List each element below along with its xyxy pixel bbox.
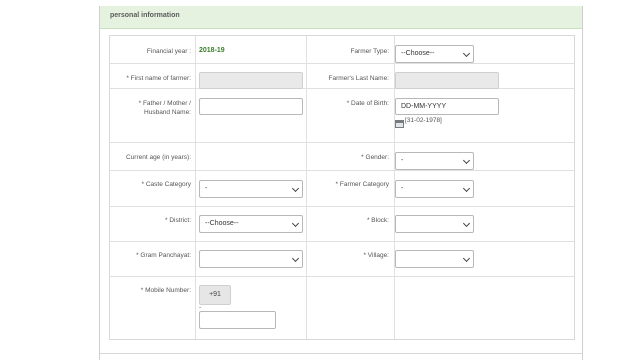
farmer-category-value: - [401, 185, 404, 192]
mobile-prefix: +91 [199, 285, 231, 305]
chevron-down-icon [462, 156, 471, 165]
chevron-down-icon [462, 254, 471, 263]
current-age-label: Current age (in years): [125, 154, 191, 161]
chevron-down-icon [462, 49, 471, 58]
row-divider [110, 88, 574, 89]
chevron-down-icon [291, 254, 300, 263]
relative-name-label-line2: Husband Name: [144, 109, 191, 116]
last-name-input[interactable] [395, 72, 499, 89]
district-select[interactable]: --Choose-- [199, 215, 303, 233]
row-divider [110, 170, 574, 171]
gram-panchayat-label: * Gram Panchayat: [136, 252, 191, 259]
mobile-input[interactable] [199, 311, 276, 329]
dob-input[interactable]: DD-MM-YYYY [395, 98, 499, 115]
village-select[interactable] [395, 250, 474, 268]
relative-name-label-line1: * Father / Mother / [138, 100, 191, 107]
farmer-type-value: --Choose-- [401, 50, 435, 57]
mobile-label: * Mobile Number: [140, 287, 191, 294]
last-name-label: Farmer's Last Name: [328, 75, 389, 82]
caste-select[interactable]: - [199, 180, 303, 198]
gender-label: * Gender: [361, 154, 389, 161]
mobile-dash: - [199, 304, 202, 311]
col-divider [306, 36, 307, 339]
district-label: * District: [165, 217, 191, 224]
first-name-label: * First name of farmer: [126, 75, 191, 82]
row-divider [110, 276, 574, 277]
section-title: personal information [110, 12, 180, 19]
chevron-down-icon [462, 184, 471, 193]
farmer-type-select[interactable]: --Choose-- [395, 45, 474, 63]
chevron-down-icon [291, 184, 300, 193]
personal-info-panel: personal information Financial year : 20… [99, 6, 583, 360]
block-label: * Block: [366, 217, 389, 224]
row-divider [110, 63, 574, 64]
first-name-input[interactable] [199, 72, 303, 89]
farmer-category-label: * Farmer Category [335, 181, 389, 188]
farmer-type-label: Farmer Type: [350, 48, 389, 55]
block-select[interactable] [395, 215, 474, 233]
financial-year-label: Financial year : [146, 48, 191, 55]
panel-header: personal information [100, 6, 582, 29]
row-divider [110, 206, 574, 207]
row-divider [110, 241, 574, 242]
row-divider [110, 142, 574, 143]
caste-label: * Caste Category [141, 181, 192, 188]
farmer-category-select[interactable]: - [395, 180, 474, 198]
financial-year-value: 2018-19 [199, 47, 225, 54]
chevron-down-icon [462, 219, 471, 228]
form-grid: Financial year : 2018-19 Farmer Type: --… [109, 35, 575, 340]
caste-value: - [205, 185, 208, 192]
village-label: * Village: [363, 252, 389, 259]
dob-example: [31-02-1978] [405, 117, 442, 124]
relative-name-input[interactable] [199, 98, 303, 115]
gram-panchayat-select[interactable] [199, 250, 303, 268]
calendar-icon[interactable] [395, 120, 404, 128]
gender-select[interactable]: - [395, 152, 474, 170]
gender-value: - [401, 157, 404, 164]
district-value: --Choose-- [205, 220, 239, 227]
dob-label: * Date of Birth: [346, 100, 389, 107]
chevron-down-icon [291, 219, 300, 228]
col-divider [195, 36, 196, 339]
panel-footer-divider [100, 353, 582, 354]
